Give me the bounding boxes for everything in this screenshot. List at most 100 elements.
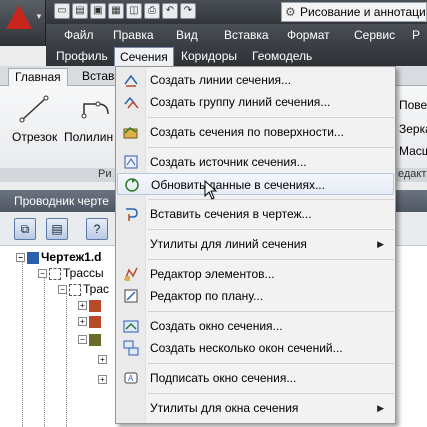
menu-item-create-surface-sections[interactable]: Создать сечения по поверхности... xyxy=(117,121,394,143)
menu-bar-row2: Профиль Сечения Коридоры Геомодель xyxy=(46,46,427,67)
menu-item-label: Создать группу линий сечения... xyxy=(150,95,331,109)
ribbon-right-label-1[interactable]: Повер xyxy=(399,98,427,112)
submenu-arrow-icon: ▶ xyxy=(377,239,384,249)
polyline-tool-icon[interactable] xyxy=(80,94,114,124)
polyline-tool-label[interactable]: Полилин xyxy=(64,130,113,144)
section-group-icon xyxy=(124,96,139,109)
menu-item-create-sample-lines[interactable]: Создать линии сечения... xyxy=(117,69,394,91)
menu-item-label: Обновить данные в сечениях... xyxy=(151,178,325,192)
tree-item-sub3[interactable]: − xyxy=(78,332,103,346)
web-icon[interactable]: ◫ xyxy=(126,3,142,19)
tree-item-label: Трас xyxy=(83,282,110,296)
app-logo-icon xyxy=(6,5,32,29)
line-tool-icon[interactable] xyxy=(18,94,52,124)
quick-access-toolbar: ▭ ▤ ▣ ▦ ◫ ⎙ ↶ ↷ xyxy=(54,3,196,21)
undo-icon[interactable]: ↶ xyxy=(162,3,178,19)
menu-corridors[interactable]: Коридоры xyxy=(181,46,237,66)
save-as-icon[interactable]: ▦ xyxy=(108,3,124,19)
tree-item-drawing[interactable]: − Чертеж1.d xyxy=(16,250,102,264)
menu-sections[interactable]: Сечения xyxy=(114,47,174,67)
new-icon[interactable]: ▭ xyxy=(54,3,70,19)
tree-item-sub2[interactable]: + xyxy=(78,314,103,328)
menu-item-section-view-utilities[interactable]: Утилиты для окна сечения ▶ xyxy=(117,397,394,419)
tree-item-sub4[interactable]: + xyxy=(98,352,109,366)
svg-text:A: A xyxy=(128,374,134,383)
workspace-selector[interactable]: ⚙ Рисование и аннотации xyxy=(281,2,427,22)
menu-item-label: Вставить сечения в чертеж... xyxy=(150,207,312,221)
save-icon[interactable]: ▣ xyxy=(90,3,106,19)
expand-icon[interactable]: + xyxy=(98,355,107,365)
mouse-cursor-icon xyxy=(204,180,218,200)
modify-panel-footer[interactable]: едакт xyxy=(396,168,427,182)
expand-icon[interactable]: + xyxy=(98,375,107,385)
menu-geomodel[interactable]: Геомодель xyxy=(252,46,312,66)
tree-item-sub1[interactable]: + xyxy=(78,298,103,312)
tree-item-label: Чертеж1.d xyxy=(41,250,102,264)
menu-item-update-sections[interactable]: Обновить данные в сечениях... xyxy=(117,173,394,195)
plan-editor-icon xyxy=(124,289,138,303)
menu-edit[interactable]: Правка xyxy=(113,24,154,46)
menu-item-label-section-view[interactable]: A Подписать окно сечения... xyxy=(117,367,394,389)
menu-file[interactable]: Файл xyxy=(64,24,94,46)
draw-panel-footer[interactable]: Ри xyxy=(0,168,120,182)
open-icon[interactable]: ▤ xyxy=(72,3,88,19)
menu-insert[interactable]: Вставка xyxy=(224,24,269,46)
collapse-icon[interactable]: − xyxy=(38,269,47,279)
menu-format[interactable]: Формат xyxy=(287,24,330,46)
menu-item-create-section-view[interactable]: Создать окно сечения... xyxy=(117,315,394,337)
menu-item-label: Утилиты для окна сечения xyxy=(150,401,299,415)
menu-item-element-editor[interactable]: Редактор элементов... xyxy=(117,263,394,285)
menu-item-label: Создать источник сечения... xyxy=(150,155,307,169)
submenu-arrow-icon: ▶ xyxy=(377,403,384,413)
redo-icon[interactable]: ↷ xyxy=(180,3,196,19)
expand-icon[interactable]: + xyxy=(78,301,87,311)
menu-separator xyxy=(148,393,394,394)
alignments-icon xyxy=(49,267,61,280)
menu-item-create-section-source[interactable]: Создать источник сечения... xyxy=(117,151,394,173)
collapse-icon[interactable]: − xyxy=(16,253,25,263)
menu-profile[interactable]: Профиль xyxy=(56,46,108,66)
menu-draw[interactable]: Р xyxy=(412,24,420,46)
element-editor-icon xyxy=(124,267,138,281)
tree-item-sub5[interactable]: + xyxy=(98,372,109,386)
menu-separator xyxy=(148,199,394,200)
tree-item-alignments[interactable]: − Трассы xyxy=(38,266,104,280)
menu-bar: Файл Правка Вид Вставка Формат Сервис Р xyxy=(46,24,427,46)
collapse-icon[interactable]: − xyxy=(78,335,87,345)
menu-separator xyxy=(148,117,394,118)
menu-tools[interactable]: Сервис xyxy=(354,24,395,46)
menu-view[interactable]: Вид xyxy=(176,24,198,46)
prospector-icon[interactable]: ⧉ xyxy=(14,218,36,240)
menu-separator xyxy=(148,259,394,260)
menu-item-label: Создать сечения по поверхности... xyxy=(150,125,344,139)
menu-separator xyxy=(148,363,394,364)
menu-item-insert-sections[interactable]: Вставить сечения в чертеж... xyxy=(117,203,394,225)
menu-separator xyxy=(148,311,394,312)
tree-guide xyxy=(66,290,67,427)
menu-item-label: Редактор по плану... xyxy=(150,289,264,303)
tree-guide xyxy=(22,262,23,427)
menu-separator xyxy=(148,229,394,230)
label-view-icon: A xyxy=(124,372,138,384)
tab-insert[interactable]: Встав xyxy=(76,68,120,86)
ribbon-right-label-3[interactable]: Масш xyxy=(399,144,427,158)
menu-item-plan-editor[interactable]: Редактор по плану... xyxy=(117,285,394,307)
line-tool-label[interactable]: Отрезок xyxy=(12,130,57,144)
ribbon-right-label-2[interactable]: Зерка xyxy=(399,122,427,136)
tree-item-alignment[interactable]: − Трас xyxy=(58,282,109,296)
print-icon[interactable]: ⎙ xyxy=(144,3,160,19)
collapse-icon[interactable]: − xyxy=(58,285,67,295)
tab-home[interactable]: Главная xyxy=(8,68,68,86)
help-icon[interactable]: ? xyxy=(86,218,108,240)
menu-item-sample-line-utilities[interactable]: Утилиты для линий сечения ▶ xyxy=(117,233,394,255)
menu-item-create-multiple-views[interactable]: Создать несколько окон сечений... xyxy=(117,337,394,359)
settings-icon[interactable]: ▤ xyxy=(46,218,68,240)
tree-guide xyxy=(44,276,45,427)
update-sections-icon xyxy=(125,178,139,192)
tree-item-label: Трассы xyxy=(63,266,104,280)
application-menu-button[interactable]: ▼ xyxy=(0,0,46,46)
menu-item-create-sample-line-group[interactable]: Создать группу линий сечения... xyxy=(117,91,394,113)
expand-icon[interactable]: + xyxy=(78,317,87,327)
section-line-icon xyxy=(124,74,138,87)
menu-item-label: Создать окно сечения... xyxy=(150,319,283,333)
